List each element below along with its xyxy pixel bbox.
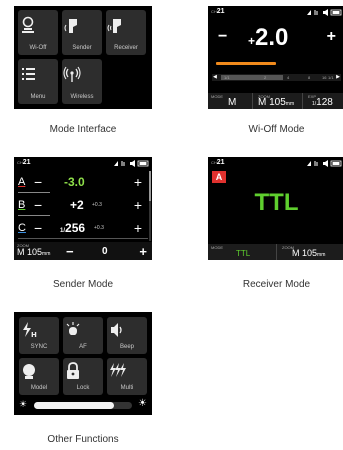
status-icons [307, 160, 342, 167]
zoom-value: M 105mm [17, 247, 51, 257]
group-a-minus-button[interactable]: − [34, 174, 42, 190]
tile-label: Wireless [70, 94, 94, 100]
bottom-plus-button[interactable]: + [139, 244, 147, 259]
sync-high-speed-icon: H [23, 322, 37, 339]
group-c-minus-button[interactable]: − [34, 220, 42, 236]
mode-interface-screen: Wi-Off Sender Receiver Menu Wireless [14, 6, 152, 109]
group-row-a[interactable]: A − -3.0 + [14, 173, 148, 193]
tile-label: Multi [120, 385, 134, 391]
channel-indicator: CH21 [211, 159, 225, 166]
brightness-slider-fill [34, 402, 115, 409]
receiver-bottom-bar: MODE TTL ZOOM M 105mm [208, 244, 343, 260]
tile-beep[interactable]: Beep [107, 317, 147, 354]
status-icons [114, 160, 149, 167]
tile-wi-off[interactable]: Wi-Off [18, 10, 58, 55]
brightness-slider[interactable] [34, 402, 132, 409]
receiver-group-badge: A [212, 171, 226, 183]
tile-af[interactable]: AF [63, 317, 103, 354]
scale-arrow-right: ▶ [336, 74, 340, 80]
group-b-plus-button[interactable]: + [134, 197, 142, 213]
caption-wi-off-mode: Wi-Off Mode [248, 124, 305, 135]
tile-label: Menu [30, 94, 46, 100]
model-light-icon [23, 364, 35, 379]
power-level-bar [216, 62, 276, 65]
group-row-c[interactable]: C − 1/256 +0.3 + [14, 219, 148, 239]
af-assist-icon [66, 322, 80, 335]
scale-arrow-left: ◀ [213, 74, 217, 80]
menu-icon [22, 68, 35, 80]
tile-label: Model [30, 385, 48, 391]
tile-receiver[interactable]: Receiver [106, 10, 146, 55]
group-c-sub-value: +0.3 [94, 225, 104, 231]
tile-model[interactable]: Model [19, 358, 59, 395]
flash-power-value: +2.0 [248, 24, 289, 51]
channel-indicator: CH21 [17, 159, 31, 166]
multi-flash-icon [110, 363, 126, 377]
decrease-power-button[interactable]: − [218, 28, 227, 46]
receiver-mode-value: TTL [236, 249, 251, 258]
tile-sender[interactable]: Sender [62, 10, 102, 55]
tile-label: Beep [119, 344, 134, 350]
sender-bottom-bar: ZOOM M 105mm − 0 + [14, 242, 152, 260]
receiver-icon [107, 19, 121, 33]
other-functions-screen: H SYNC AF Beep Model Lock Multi ☀ ☀ [14, 312, 152, 415]
group-c-plus-button[interactable]: + [134, 220, 142, 236]
bottom-minus-button[interactable]: − [66, 244, 74, 259]
power-scale[interactable]: ◀ ▶ 1/1 2 4 8 16 1/1 [212, 74, 341, 81]
tile-label: Lock [76, 385, 90, 391]
wi-off-icon [22, 16, 34, 33]
sender-scrollbar[interactable] [149, 171, 151, 241]
receiver-ttl-value: TTL [254, 189, 299, 216]
group-b-value: +2 [70, 198, 84, 212]
tile-wireless[interactable]: Wireless [62, 59, 102, 104]
sender-mode-screen: CH21 A − -3.0 + B − +2 +0.3 + C − 1/256 … [14, 157, 152, 260]
group-c-value: 1/256 [60, 221, 86, 235]
group-b-level-bar [18, 215, 50, 216]
group-c-level-bar [18, 238, 148, 239]
tile-lock[interactable]: Lock [63, 358, 103, 395]
wi-off-mode-screen: CH21 − +2.0 + ◀ ▶ 1/1 2 4 8 16 1/1 MODE … [208, 6, 343, 109]
tile-multi[interactable]: Multi [107, 358, 147, 395]
group-a-value: -3.0 [64, 175, 85, 189]
status-icons [307, 9, 342, 16]
group-b-sub-value: +0.3 [92, 202, 102, 208]
brightness-dim-icon: ☀ [19, 399, 28, 409]
tile-label: Wi-Off [29, 45, 47, 51]
lock-icon [67, 362, 79, 379]
group-letter-a: A [18, 176, 26, 188]
increase-power-button[interactable]: + [327, 28, 336, 46]
caption-other-functions: Other Functions [47, 434, 119, 445]
wi-off-bottom-bar: MODE M ZOOM M 105mm EXP 1/128 [208, 93, 343, 109]
group-letter-c: C [18, 222, 26, 234]
tile-label: Receiver [114, 45, 138, 51]
tile-label: SYNC [30, 344, 48, 350]
tile-sync[interactable]: H SYNC [19, 317, 59, 354]
tile-label: Sender [72, 45, 92, 51]
tile-menu[interactable]: Menu [18, 59, 58, 104]
group-letter-b: B [18, 199, 26, 211]
receiver-mode-screen: CH21 A TTL MODE TTL ZOOM M 105mm [208, 157, 343, 260]
group-row-b[interactable]: B − +2 +0.3 + [14, 196, 148, 216]
group-b-minus-button[interactable]: − [34, 197, 42, 213]
receiver-zoom-value: M 105mm [292, 248, 326, 258]
brightness-bright-icon: ☀ [138, 398, 147, 409]
tile-label: AF [79, 344, 87, 350]
wireless-icon [63, 66, 81, 82]
sender-icon [64, 19, 77, 33]
bottom-center-value: 0 [102, 246, 108, 257]
beep-speaker-icon [111, 323, 122, 337]
caption-sender-mode: Sender Mode [52, 279, 114, 290]
group-a-level-bar [18, 192, 50, 193]
svg-text:H: H [31, 331, 37, 339]
caption-receiver-mode: Receiver Mode [242, 279, 311, 290]
group-a-plus-button[interactable]: + [134, 174, 142, 190]
channel-indicator: CH21 [211, 8, 225, 15]
caption-mode-interface: Mode Interface [49, 124, 117, 135]
